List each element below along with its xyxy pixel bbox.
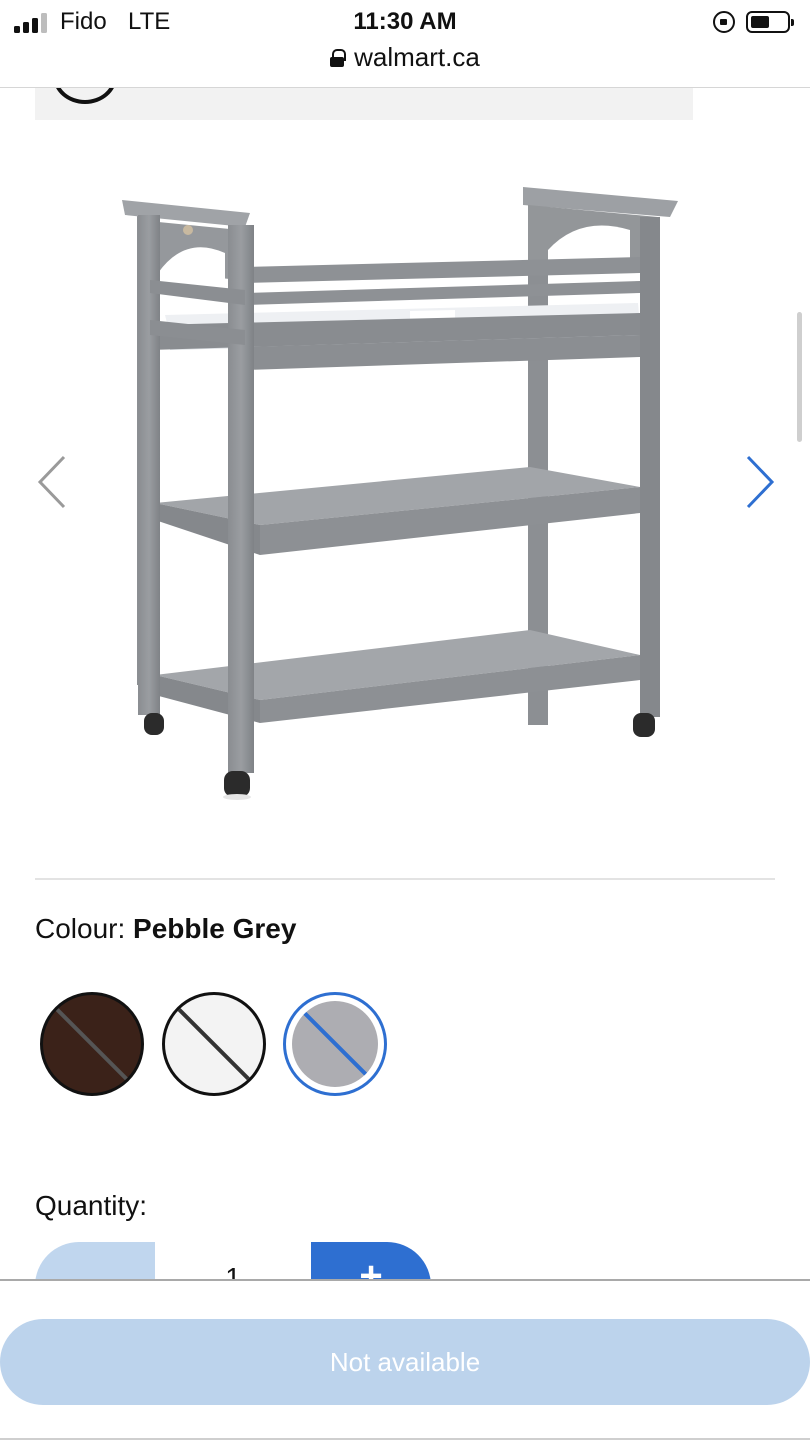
url-text: walmart.ca [354, 42, 480, 72]
info-banner [35, 88, 693, 120]
battery-icon [746, 11, 794, 33]
section-divider [35, 878, 775, 880]
status-bar: Fido LTE 11:30 AM walmart.ca [0, 0, 810, 88]
plus-icon: + [359, 1254, 383, 1279]
quantity-stepper: 1 + [0, 1240, 810, 1279]
quantity-decrease-button[interactable] [35, 1242, 155, 1279]
bottom-action-bar: Not available [0, 1279, 810, 1440]
lock-icon [330, 49, 347, 67]
previous-image-button[interactable] [32, 452, 76, 512]
swatch-pebble-grey[interactable] [283, 992, 387, 1096]
quantity-increase-button[interactable]: + [311, 1242, 431, 1279]
quantity-label: Quantity: [35, 1190, 148, 1221]
swatch-espresso[interactable] [40, 992, 144, 1096]
next-image-button[interactable] [736, 452, 780, 512]
quantity-value[interactable]: 1 [155, 1262, 311, 1279]
colour-label: Colour: Pebble Grey [35, 913, 296, 945]
chevron-right-icon [746, 455, 775, 509]
not-available-button[interactable]: Not available [0, 1319, 810, 1405]
clock: 11:30 AM [353, 8, 457, 35]
banner-circle-icon [53, 88, 117, 104]
scroll-indicator [797, 312, 802, 442]
chevron-left-icon [37, 455, 66, 509]
unavailable-slash-icon [292, 1001, 378, 1087]
unavailable-slash-icon [165, 995, 263, 1093]
swatch-white[interactable] [162, 992, 266, 1096]
unavailable-slash-icon [43, 995, 141, 1093]
selected-colour-name: Pebble Grey [133, 913, 297, 944]
rotation-lock-icon [713, 11, 735, 33]
product-image[interactable] [110, 175, 690, 815]
address-bar[interactable]: walmart.ca [0, 42, 810, 73]
colour-label-prefix: Colour: [35, 913, 126, 944]
